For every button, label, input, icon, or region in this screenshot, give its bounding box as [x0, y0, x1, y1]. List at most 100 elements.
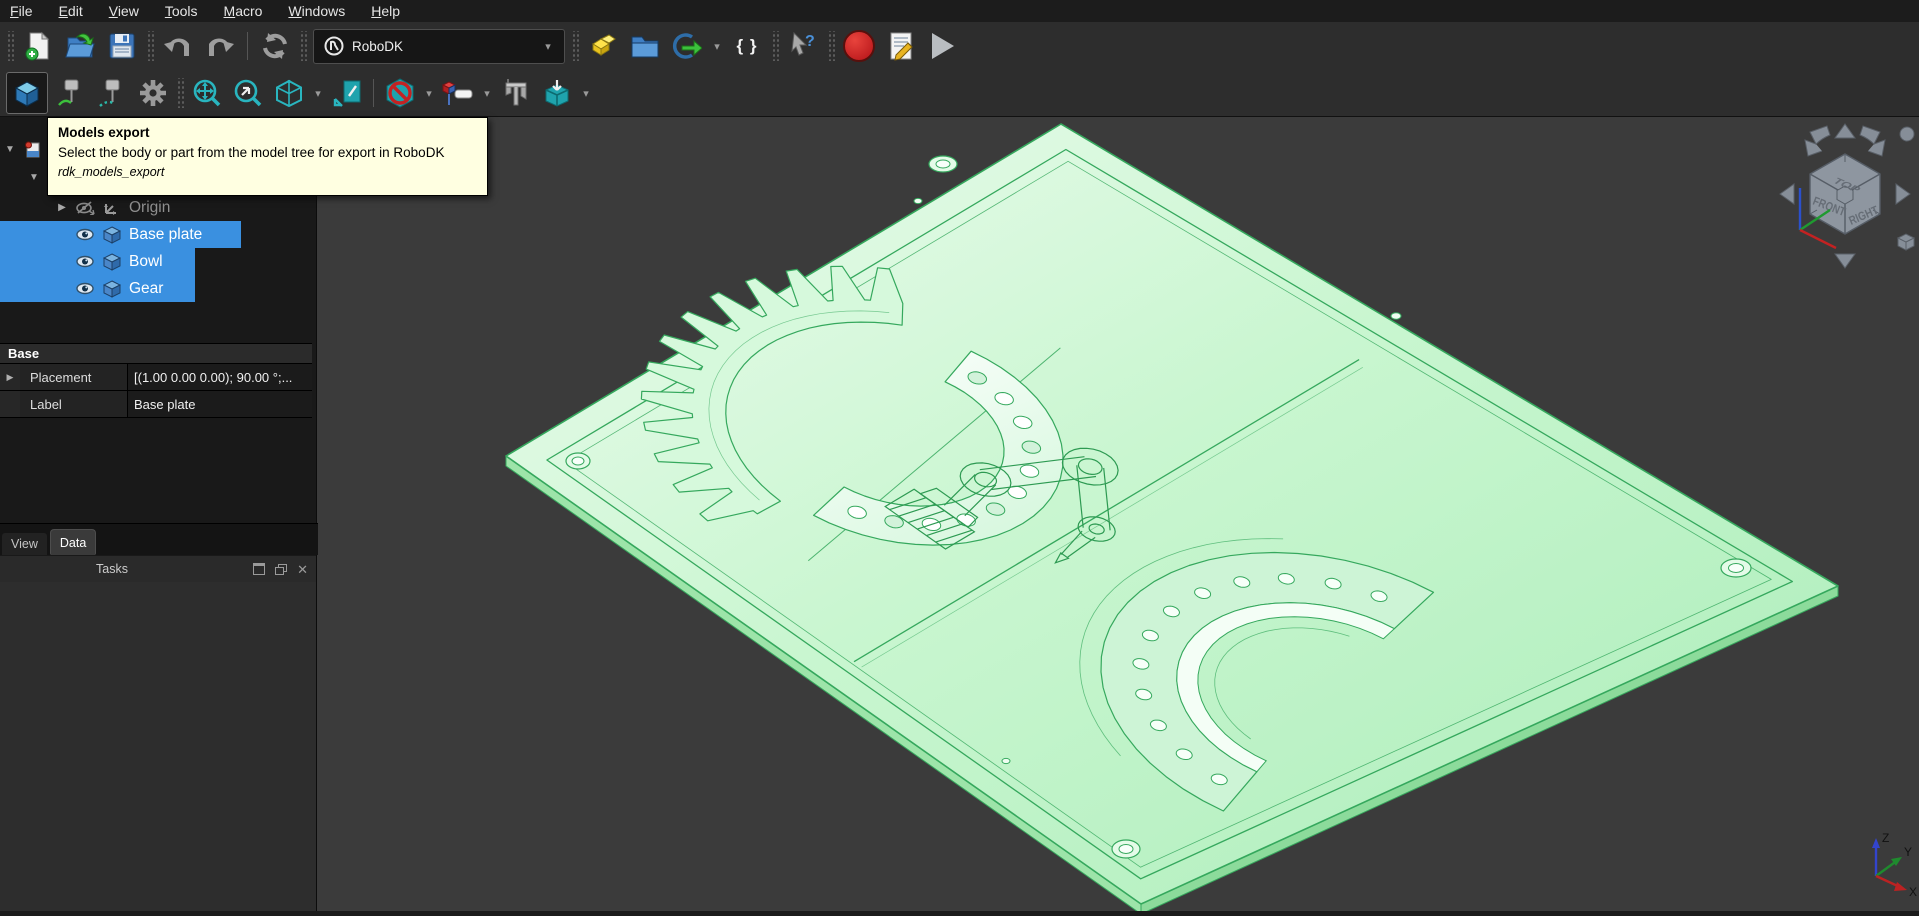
blue-cube-icon: [13, 79, 41, 107]
property-value[interactable]: Base plate: [128, 391, 312, 417]
braces-icon: { }: [737, 36, 758, 56]
toolbar-grip[interactable]: [571, 31, 579, 61]
workbench-part-button[interactable]: [585, 27, 621, 65]
navcube-arrow-right[interactable]: [1896, 184, 1910, 204]
view-cube-dropdown-caret[interactable]: ▾: [312, 87, 324, 100]
toolbar-standard: RoboDK ▾ ▾ { } ?: [0, 22, 1919, 71]
robodk-logo-icon: [324, 36, 344, 56]
tree-item-label: Base plate: [129, 226, 202, 244]
expander-closed-icon[interactable]: ▶: [7, 372, 14, 383]
toolbar-grip[interactable]: [771, 31, 779, 61]
export-dropdown-caret[interactable]: ▾: [711, 40, 723, 53]
zoom-fit-icon: [192, 78, 222, 108]
settings-button[interactable]: [135, 74, 171, 112]
new-file-button[interactable]: [20, 27, 56, 65]
whats-this-cursor-icon: ?: [788, 31, 818, 61]
toolbar-grip[interactable]: [176, 78, 184, 108]
3d-viewport[interactable]: [316, 116, 1919, 911]
menu-file[interactable]: File: [10, 3, 33, 19]
caliper-button[interactable]: [498, 74, 534, 112]
property-row-placement[interactable]: ▶ Placement [(1.00 0.00 0.00); 90.00 °;.…: [0, 364, 312, 391]
menu-help[interactable]: Help: [371, 3, 400, 19]
workbench-selector[interactable]: RoboDK ▾: [313, 29, 565, 64]
export-button[interactable]: [669, 27, 705, 65]
save-button[interactable]: [104, 27, 140, 65]
import-dropdown-caret[interactable]: ▾: [580, 87, 592, 100]
property-name: Label: [20, 391, 128, 417]
dictionary-button[interactable]: { }: [729, 27, 765, 65]
property-group-header[interactable]: Base: [0, 343, 312, 364]
collision-dropdown-caret[interactable]: ▾: [423, 87, 435, 100]
menu-view[interactable]: View: [109, 3, 139, 19]
navcube-mini-cube[interactable]: [1898, 234, 1914, 250]
property-value[interactable]: [(1.00 0.00 0.00); 90.00 °;...: [128, 364, 312, 390]
close-icon[interactable]: ✕: [297, 563, 308, 576]
export-arrow-icon: [672, 32, 702, 60]
tasks-content: [0, 582, 316, 911]
menu-windows[interactable]: Windows: [288, 3, 345, 19]
navcube-arrow-up[interactable]: [1835, 124, 1855, 138]
chevron-down-icon: ▾: [542, 40, 554, 53]
toolbar-grip[interactable]: [299, 31, 307, 61]
import-object-button[interactable]: [539, 74, 575, 112]
new-file-icon: [24, 31, 52, 61]
edit-panel-icon: [332, 78, 362, 108]
tab-data[interactable]: Data: [50, 529, 96, 555]
combo-view-panel: ▼ ▼ ▶: [0, 116, 317, 911]
toolbar-grip[interactable]: [827, 31, 835, 61]
zoom-arrow-icon: [233, 78, 263, 108]
tree-row-base-plate[interactable]: Base plate: [0, 221, 316, 248]
edit-panel-button[interactable]: [329, 74, 365, 112]
view-cube-button[interactable]: [271, 74, 307, 112]
navcube-perspective-toggle[interactable]: [1900, 127, 1914, 141]
redo-button[interactable]: [202, 27, 238, 65]
pin-dotted-curve-icon: [98, 78, 126, 108]
expander-open-icon[interactable]: ▼: [4, 144, 16, 155]
expander-open-icon[interactable]: ▼: [28, 172, 40, 183]
dock-icon[interactable]: [253, 563, 265, 575]
menu-tools[interactable]: Tools: [165, 3, 198, 19]
navcube-rotate-cw[interactable]: [1860, 126, 1885, 156]
models-export-button[interactable]: [6, 72, 48, 114]
curve-follow-button[interactable]: [53, 74, 89, 112]
collision-off-icon: [384, 77, 416, 109]
navcube-rotate-ccw[interactable]: [1805, 126, 1830, 156]
fit-all-button[interactable]: [189, 74, 225, 112]
undo-button[interactable]: [160, 27, 196, 65]
tree-row-bowl[interactable]: Bowl: [0, 248, 316, 275]
collision-toggle-button[interactable]: [382, 74, 418, 112]
tooltip-title: Models export: [58, 125, 477, 140]
property-row-label[interactable]: Label Base plate: [0, 391, 312, 418]
refresh-button[interactable]: [257, 27, 293, 65]
navcube-cube[interactable]: TOP FRONT RIGHT: [1810, 154, 1881, 234]
solid-cube-icon: [103, 226, 121, 244]
macro-edit-button[interactable]: [883, 27, 919, 65]
tab-view[interactable]: View: [2, 533, 47, 555]
tree-row-gear[interactable]: Gear: [0, 275, 316, 302]
navcube-arrow-down[interactable]: [1835, 254, 1855, 268]
folder-button[interactable]: [627, 27, 663, 65]
pin-curve-icon: [57, 78, 85, 108]
yellow-bricks-icon: [587, 32, 619, 60]
tree-row-origin[interactable]: ▶ Origin: [0, 194, 316, 221]
macro-record-button[interactable]: [841, 27, 877, 65]
menu-edit[interactable]: Edit: [59, 3, 83, 19]
axis-x-label: X: [1909, 885, 1917, 899]
cad-model-base-plate[interactable]: [506, 124, 1838, 911]
toolbar-grip[interactable]: [146, 31, 154, 61]
measure-button[interactable]: [440, 74, 476, 112]
open-file-button[interactable]: [62, 27, 98, 65]
zoom-selection-button[interactable]: [230, 74, 266, 112]
measure-dropdown-caret[interactable]: ▾: [481, 87, 493, 100]
float-icon[interactable]: [275, 564, 287, 575]
expander-closed-icon[interactable]: ▶: [56, 202, 68, 213]
macro-play-button[interactable]: [925, 27, 961, 65]
toolbar-grip[interactable]: [6, 31, 14, 61]
navcube-arrow-left[interactable]: [1780, 184, 1794, 204]
navigation-cube[interactable]: TOP FRONT RIGHT: [1772, 118, 1919, 278]
menu-macro[interactable]: Macro: [224, 3, 263, 19]
curve-follow-points-button[interactable]: [94, 74, 130, 112]
property-name: Placement: [20, 364, 128, 390]
whats-this-button[interactable]: ?: [785, 27, 821, 65]
tooltip-command: rdk_models_export: [58, 165, 477, 179]
